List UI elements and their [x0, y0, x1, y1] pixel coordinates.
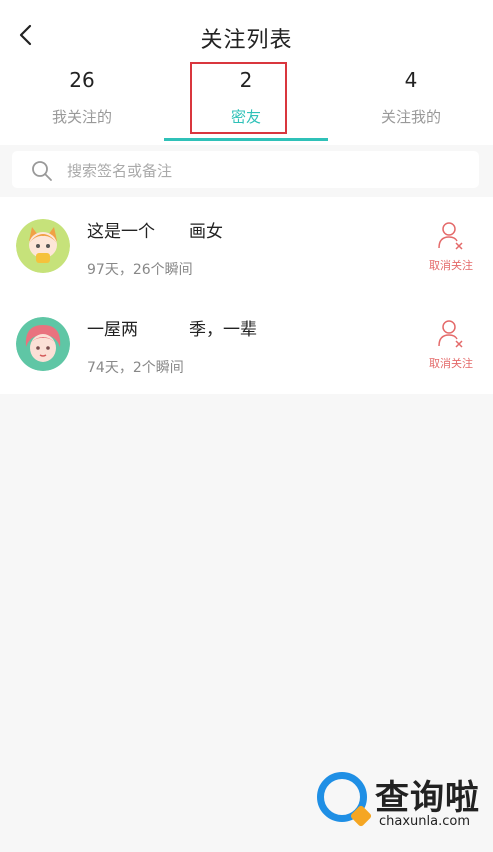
friend-list: 这是一个 画女 97天，26个瞬间 取消关注 一屋两 季，一辈 74天，2个瞬间… — [0, 197, 493, 394]
highlight-annotation-box — [190, 62, 287, 134]
list-item[interactable]: 一屋两 季，一辈 74天，2个瞬间 取消关注 — [0, 295, 493, 393]
tab-followers[interactable]: 4 关注我的 — [329, 64, 493, 127]
unfollow-button[interactable]: 取消关注 — [418, 319, 484, 375]
tab-following[interactable]: 26 我关注的 — [0, 64, 164, 127]
avatar[interactable] — [16, 219, 70, 273]
search-input[interactable]: 搜索签名或备注 — [12, 151, 479, 188]
search-icon — [32, 161, 52, 181]
tab-label: 我关注的 — [51, 108, 112, 126]
unfollow-user-icon — [438, 320, 463, 348]
top-bar: 关注列表 26 我关注的 2 密友 4 关注我的 — [0, 0, 493, 145]
page-title: 关注列表 — [200, 28, 293, 53]
list-item[interactable]: 这是一个 画女 97天，26个瞬间 取消关注 — [0, 197, 493, 295]
watermark-domain: chaxunla.com — [379, 814, 470, 829]
friend-meta: 74天，2个瞬间 — [87, 360, 184, 376]
tab-label: 关注我的 — [380, 108, 441, 126]
watermark-icon — [317, 772, 367, 822]
friend-name: 一屋两 季，一辈 — [87, 320, 257, 340]
friend-meta: 97天，26个瞬间 — [87, 262, 193, 278]
unfollow-label: 取消关注 — [429, 259, 473, 272]
tab-count: 4 — [404, 68, 418, 92]
unfollow-button[interactable]: 取消关注 — [418, 221, 484, 277]
avatar[interactable] — [16, 317, 70, 371]
friend-name: 这是一个 画女 — [87, 222, 223, 242]
watermark-logo: 查询啦 chaxunla.com — [313, 766, 487, 832]
watermark-brand: 查询啦 — [375, 778, 480, 818]
unfollow-user-icon — [438, 222, 463, 250]
active-tab-indicator — [164, 138, 328, 141]
tab-count: 26 — [69, 68, 95, 92]
search-placeholder: 搜索签名或备注 — [67, 162, 173, 180]
unfollow-label: 取消关注 — [429, 357, 473, 370]
